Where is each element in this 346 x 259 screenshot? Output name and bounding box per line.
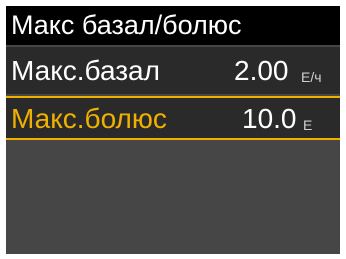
max-basal-unit: Е/ч <box>301 69 322 85</box>
empty-list-area <box>6 142 340 254</box>
max-bolus-unit: Е <box>303 117 313 133</box>
max-basal-value: 2.00 <box>234 55 289 86</box>
max-basal-label: Макс.базал <box>11 55 160 86</box>
max-bolus-label: Макс.болюс <box>11 103 167 134</box>
device-screen: Макс базал/болюс Макс.базал 2.00 Е/ч Мак… <box>6 6 340 254</box>
screen-title: Макс базал/болюс <box>6 6 340 45</box>
max-bolus-row[interactable]: Макс.болюс 10.0 Е <box>6 96 340 140</box>
max-bolus-value: 10.0 <box>242 103 297 134</box>
max-basal-row[interactable]: Макс.базал 2.00 Е/ч <box>6 47 340 94</box>
